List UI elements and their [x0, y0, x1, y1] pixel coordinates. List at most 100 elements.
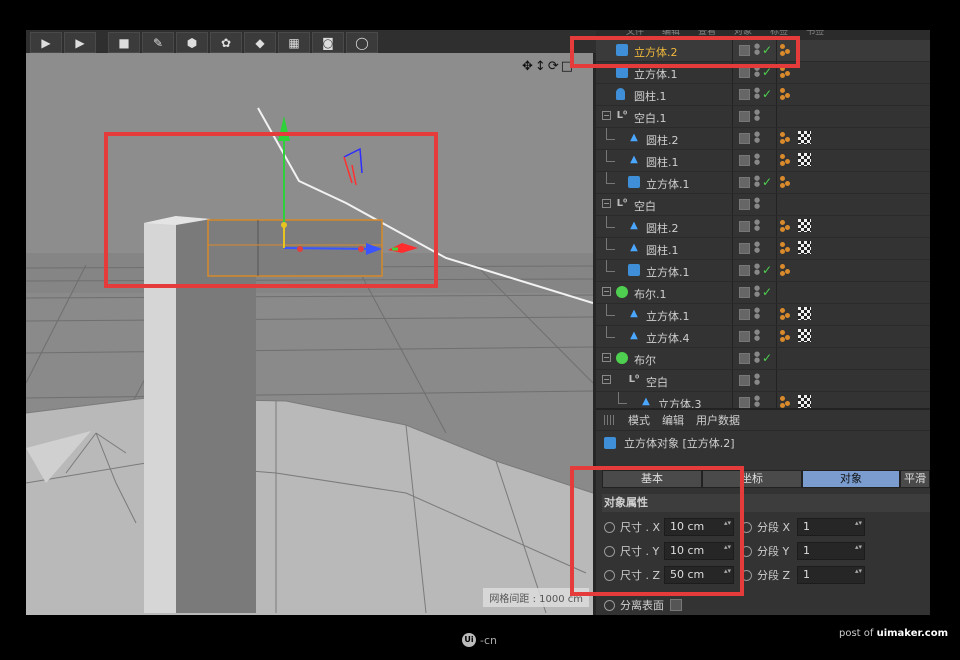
om-menu-item[interactable]: 编辑	[662, 30, 680, 40]
tag-icon[interactable]	[780, 44, 792, 56]
object-row[interactable]: ▲ 圆柱.2 ● ●	[596, 216, 930, 238]
view-navigation-icons[interactable]: ✥↕⟳□	[522, 59, 575, 74]
segment-z-input[interactable]: 1	[797, 566, 865, 584]
layer-icon[interactable]	[739, 111, 750, 122]
object-row[interactable]: 圆柱.1 ● ● ✓	[596, 84, 930, 106]
tab-basic[interactable]: 基本	[602, 470, 702, 488]
tag-icon[interactable]	[780, 220, 792, 232]
tag-icon[interactable]	[780, 330, 792, 342]
om-menu-item[interactable]: 查看	[698, 30, 716, 40]
visibility-dots-icon[interactable]: ● ●	[754, 109, 760, 122]
animate-radio[interactable]	[741, 569, 752, 581]
animate-radio[interactable]	[604, 569, 615, 581]
visibility-dots-icon[interactable]: ● ●	[754, 131, 760, 144]
separate-surfaces-checkbox[interactable]	[670, 599, 682, 611]
object-row[interactable]: 立方体.1 ● ● ✓	[596, 260, 930, 282]
layer-icon[interactable]	[739, 265, 750, 276]
enabled-check-icon[interactable]: ✓	[762, 351, 772, 365]
om-menu-item[interactable]: 对象	[734, 30, 752, 40]
size-x-input[interactable]: 10 cm	[664, 518, 734, 536]
object-name[interactable]: 圆柱.1	[646, 154, 679, 170]
enabled-check-icon[interactable]: ✓	[762, 285, 772, 299]
object-row[interactable]: ▲ 立方体.3 ● ●	[596, 392, 930, 408]
object-row[interactable]: ▲ 立方体.4 ● ●	[596, 326, 930, 348]
menu-edit[interactable]: 编辑	[662, 412, 684, 428]
tag-icon[interactable]	[780, 88, 792, 100]
enabled-check-icon[interactable]: ✓	[762, 43, 772, 57]
viewport-scene[interactable]	[26, 53, 593, 615]
visibility-dots-icon[interactable]: ● ●	[754, 373, 760, 386]
object-row[interactable]: ▲ 圆柱.1 ● ●	[596, 238, 930, 260]
light-icon[interactable]: ◯	[346, 32, 378, 53]
tag-icon[interactable]	[780, 242, 792, 254]
floor-icon[interactable]: ▦	[278, 32, 310, 53]
menu-mode[interactable]: 模式	[628, 412, 650, 428]
object-name[interactable]: 立方体.1	[646, 176, 690, 192]
layer-icon[interactable]	[739, 375, 750, 386]
object-name[interactable]: 布尔	[634, 352, 656, 368]
collapse-icon[interactable]: −	[602, 199, 611, 208]
visibility-dots-icon[interactable]: ● ●	[754, 241, 760, 254]
segment-y-input[interactable]: 1	[797, 542, 865, 560]
enabled-check-icon[interactable]: ✓	[762, 65, 772, 79]
material-tag-icon[interactable]	[798, 307, 811, 320]
enabled-check-icon[interactable]: ✓	[762, 175, 772, 189]
object-row[interactable]: 立方体.2 ● ● ✓	[596, 40, 930, 62]
tag-icon[interactable]	[780, 396, 792, 408]
object-row[interactable]: − 布尔.1 ● ● ✓	[596, 282, 930, 304]
object-name[interactable]: 立方体.1	[634, 66, 678, 82]
material-tag-icon[interactable]	[798, 131, 811, 144]
visibility-dots-icon[interactable]: ● ●	[754, 175, 760, 188]
visibility-dots-icon[interactable]: ● ●	[754, 87, 760, 100]
animate-radio[interactable]	[741, 545, 752, 557]
layer-icon[interactable]	[739, 309, 750, 320]
tab-coordinates[interactable]: 坐标	[702, 470, 802, 488]
object-row[interactable]: − 布尔 ● ● ✓	[596, 348, 930, 370]
layer-icon[interactable]	[739, 243, 750, 254]
tag-icon[interactable]	[780, 66, 792, 78]
enabled-check-icon[interactable]: ✓	[762, 263, 772, 277]
visibility-dots-icon[interactable]: ● ●	[754, 65, 760, 78]
object-row[interactable]: ▲ 圆柱.2 ● ●	[596, 128, 930, 150]
material-tag-icon[interactable]	[798, 153, 811, 166]
visibility-dots-icon[interactable]: ● ●	[754, 329, 760, 342]
object-row[interactable]: 立方体.1 ● ● ✓	[596, 172, 930, 194]
visibility-dots-icon[interactable]: ● ●	[754, 285, 760, 298]
tab-smoothing[interactable]: 平滑	[900, 470, 930, 488]
segment-x-input[interactable]: 1	[797, 518, 865, 536]
visibility-dots-icon[interactable]: ● ●	[754, 43, 760, 56]
object-row[interactable]: − L⁰ 空白 ● ●	[596, 194, 930, 216]
layer-icon[interactable]	[739, 397, 750, 408]
size-y-input[interactable]: 10 cm	[664, 542, 734, 560]
layer-icon[interactable]	[739, 177, 750, 188]
layer-icon[interactable]	[739, 221, 750, 232]
layer-icon[interactable]	[739, 353, 750, 364]
clapper-icon[interactable]: ▶	[30, 32, 62, 53]
collapse-icon[interactable]: −	[602, 375, 611, 384]
object-row[interactable]: − L⁰ 空白.1 ● ●	[596, 106, 930, 128]
layer-icon[interactable]	[739, 199, 750, 210]
object-name[interactable]: 立方体.1	[646, 264, 690, 280]
visibility-dots-icon[interactable]: ● ●	[754, 219, 760, 232]
object-name[interactable]: 空白.1	[634, 110, 667, 126]
object-name[interactable]: 圆柱.1	[634, 88, 667, 104]
material-tag-icon[interactable]	[798, 219, 811, 232]
om-menu-item[interactable]: 书签	[806, 30, 824, 40]
subdivision-icon[interactable]: ⬢	[176, 32, 208, 53]
visibility-dots-icon[interactable]: ● ●	[754, 395, 760, 408]
collapse-icon[interactable]: −	[602, 287, 611, 296]
object-name[interactable]: 立方体.3	[658, 396, 702, 408]
deformer-icon[interactable]: ◆	[244, 32, 276, 53]
layer-icon[interactable]	[739, 287, 750, 298]
animate-radio[interactable]	[604, 599, 615, 611]
tag-icon[interactable]	[780, 176, 792, 188]
enabled-check-icon[interactable]: ✓	[762, 87, 772, 101]
visibility-dots-icon[interactable]: ● ●	[754, 307, 760, 320]
tag-icon[interactable]	[780, 308, 792, 320]
visibility-dots-icon[interactable]: ● ●	[754, 351, 760, 364]
visibility-dots-icon[interactable]: ● ●	[754, 153, 760, 166]
clapper-icon[interactable]: ▶	[64, 32, 96, 53]
object-name[interactable]: 圆柱.1	[646, 242, 679, 258]
material-tag-icon[interactable]	[798, 329, 811, 342]
collapse-icon[interactable]: −	[602, 111, 611, 120]
